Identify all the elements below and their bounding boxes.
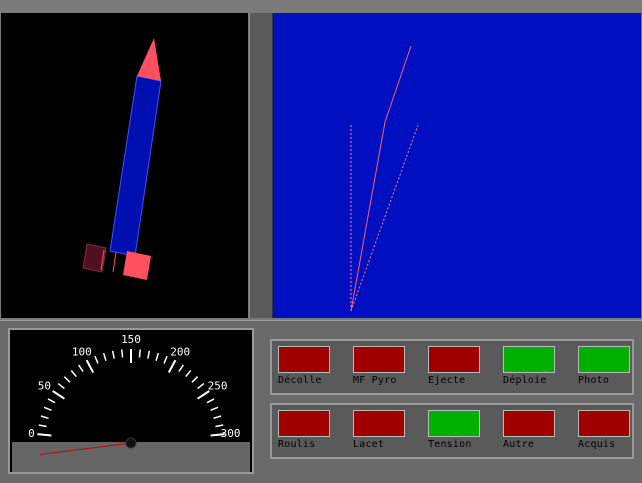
gauge-tick	[38, 424, 47, 428]
gauge-tick	[52, 390, 65, 400]
indicator-label: Tension	[428, 439, 472, 450]
rocket-nozzle	[123, 251, 151, 280]
indicator-label: Acquis	[578, 439, 616, 450]
gauge-tick	[210, 406, 219, 412]
gauge-tick	[167, 359, 177, 373]
view-divider	[249, 13, 273, 318]
indicator-lamp	[353, 410, 405, 437]
gauge-tick	[37, 433, 52, 437]
gauge-tick	[138, 349, 141, 358]
speed-gauge: 0 50 100 150 200 250 300	[8, 328, 254, 474]
indicator-roulis: Roulis	[274, 407, 349, 453]
trajectory-svg	[350, 45, 419, 312]
status-panel-top: Décolle MF Pyro Ejecte Déploie Photo	[270, 339, 634, 395]
gauge-tick	[63, 376, 71, 383]
rocket-nose	[137, 38, 161, 81]
gauge-tick-label: 250	[208, 379, 228, 392]
indicator-label: Déploie	[503, 375, 547, 386]
indicator-lamp	[278, 346, 330, 373]
indicator-label: Décolle	[278, 375, 322, 386]
gauge-tick	[213, 415, 222, 420]
gauge-tick	[47, 398, 56, 404]
gauge-tick	[70, 369, 77, 378]
indicator-lamp	[428, 346, 480, 373]
trajectory-line	[350, 45, 412, 312]
indicator-lamp	[503, 346, 555, 373]
gauge-tick	[191, 376, 199, 383]
gauge-tick	[102, 352, 107, 361]
gauge-tick	[43, 406, 52, 412]
rocket-stripe	[112, 251, 117, 273]
rocket-svg	[82, 38, 162, 280]
indicator-tension: Tension	[424, 407, 499, 453]
gauge-tick-label: 300	[221, 427, 241, 440]
indicator-ejecte: Ejecte	[424, 343, 499, 389]
indicator-photo: Photo	[574, 343, 642, 389]
gauge-tick	[147, 350, 151, 359]
indicator-label: Autre	[503, 439, 535, 450]
gauge-tick	[185, 369, 192, 378]
gauge-tick	[197, 382, 205, 390]
trajectory-view	[273, 13, 641, 318]
indicator-lamp	[278, 410, 330, 437]
gauge-pivot	[125, 437, 137, 449]
indicator-lamp	[578, 346, 630, 373]
gauge-tick	[94, 355, 99, 364]
gauge-tick	[40, 415, 49, 420]
indicator-label: Roulis	[278, 439, 316, 450]
gauge-svg: 0 50 100 150 200 250 300	[12, 333, 250, 472]
indicator-decolle: Décolle	[274, 343, 349, 389]
indicator-label: Ejecte	[428, 375, 466, 386]
gauge-tick	[85, 359, 95, 373]
indicator-label: MF Pyro	[353, 375, 397, 386]
gauge-tick	[57, 382, 65, 390]
gauge-tick	[178, 364, 184, 372]
indicator-lacet: Lacet	[349, 407, 424, 453]
gauge-tick-label: 150	[121, 333, 141, 346]
indicator-label: Lacet	[353, 439, 385, 450]
rocket-body	[109, 75, 162, 257]
reference-diagonal	[350, 124, 419, 312]
gauge-tick	[155, 352, 160, 361]
indicator-lamp	[578, 410, 630, 437]
rocket-attitude-view	[1, 13, 248, 318]
indicator-label: Photo	[578, 375, 610, 386]
gauge-tick	[111, 350, 115, 359]
gauge-tick	[163, 355, 168, 364]
indicator-lamp	[503, 410, 555, 437]
indicator-autre: Autre	[499, 407, 574, 453]
status-panel-bottom: Roulis Lacet Tension Autre Acquis	[270, 403, 634, 459]
indicator-mf-pyro: MF Pyro	[349, 343, 424, 389]
indicator-lamp	[353, 346, 405, 373]
gauge-tick-label: 50	[38, 379, 51, 392]
gauge-tick	[121, 349, 124, 358]
indicator-deploie: Déploie	[499, 343, 574, 389]
indicator-lamp	[428, 410, 480, 437]
gauge-tick	[78, 364, 84, 372]
gauge-tick-label: 100	[72, 345, 92, 358]
gauge-tick	[206, 398, 215, 404]
gauge-tick-label: 0	[28, 427, 35, 440]
top-strip	[0, 0, 642, 12]
indicator-acquis: Acquis	[574, 407, 642, 453]
gauge-tick-label: 200	[170, 345, 190, 358]
